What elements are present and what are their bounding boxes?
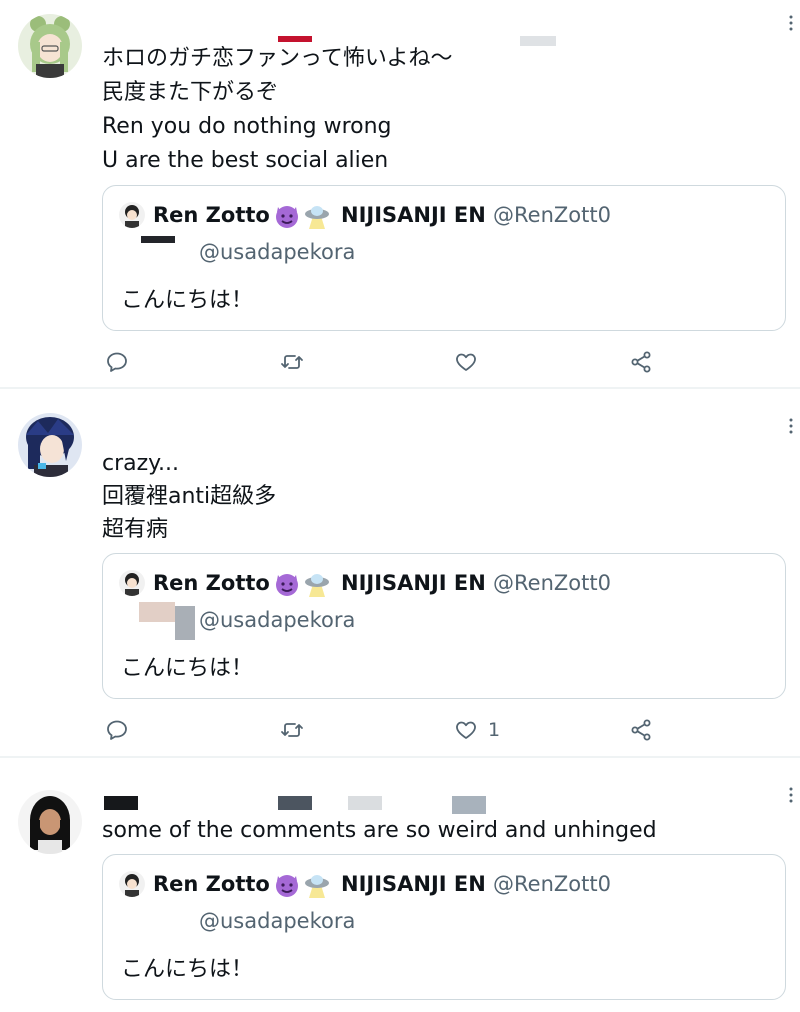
retweet-icon <box>281 723 303 737</box>
quote-author-org: NIJISANJI EN <box>341 571 486 595</box>
redacted-header-block <box>348 796 382 810</box>
quote-author-name: Ren Zotto <box>153 872 270 896</box>
tweet-text-line: ホロのガチ恋ファンって怖いよね〜 <box>102 46 453 71</box>
devil-emoji-icon <box>273 570 301 598</box>
share-icon <box>631 351 651 373</box>
tweet-text-line: 民度また下がるぞ <box>102 80 279 105</box>
retweet-button[interactable] <box>280 718 304 742</box>
quote-author-org: NIJISANJI EN <box>341 872 486 896</box>
quote-text: こんにちは！ <box>121 957 254 982</box>
replying-to-handle[interactable]: @usadapekora <box>199 237 355 267</box>
more-icon[interactable] <box>788 417 794 435</box>
tweet-text-line: some of the comments are so weird and un… <box>102 818 657 843</box>
devil-emoji-icon <box>273 202 301 230</box>
quote-author-name: Ren Zotto <box>153 571 270 595</box>
reply-button[interactable] <box>105 718 129 742</box>
tweet-text-line: U are the best social alien <box>102 148 389 173</box>
redacted-header-block <box>520 36 556 46</box>
redacted-header-block <box>278 796 312 810</box>
share-icon <box>631 719 651 741</box>
redacted-block <box>139 602 175 622</box>
tweet-text-line: 超有病 <box>102 517 169 542</box>
heart-icon <box>456 353 476 371</box>
avatar[interactable] <box>18 14 82 78</box>
tweet-text-line: 回覆裡anti超級多 <box>102 484 277 509</box>
quote-tweet-card[interactable]: Ren Zotto NIJISANJI EN @RenZott0 @usadap… <box>102 854 786 1000</box>
quote-author-avatar <box>119 871 145 897</box>
share-button[interactable] <box>629 350 653 374</box>
quote-text: こんにちは！ <box>121 288 254 313</box>
replying-to-handle[interactable]: @usadapekora <box>199 906 355 936</box>
more-icon[interactable] <box>788 14 794 32</box>
avatar[interactable] <box>18 790 82 854</box>
quote-tweet-card[interactable]: Ren Zotto NIJISANJI EN @RenZott0 @usadap… <box>102 185 786 331</box>
redacted-block <box>175 606 195 640</box>
quote-author-handle: @RenZott0 <box>493 571 611 595</box>
more-icon[interactable] <box>788 786 794 804</box>
reply-icon <box>107 720 127 740</box>
retweet-icon <box>281 355 303 369</box>
quote-author-name: Ren Zotto <box>153 203 270 227</box>
ufo-emoji-icon <box>303 871 331 899</box>
tweet-text-line: crazy... <box>102 451 180 476</box>
reply-icon <box>107 352 127 372</box>
redacted-header-block <box>104 796 138 810</box>
redacted-header-block <box>452 796 486 814</box>
replying-to-handle[interactable]: @usadapekora <box>199 605 355 635</box>
ufo-emoji-icon <box>303 202 331 230</box>
quote-author-handle: @RenZott0 <box>493 872 611 896</box>
like-count: 1 <box>488 719 501 741</box>
quote-author-org: NIJISANJI EN <box>341 203 486 227</box>
tweet-2[interactable]: crazy... 回覆裡anti超級多 超有病 Ren Zotto NIJISA… <box>0 389 800 756</box>
heart-icon <box>456 721 476 739</box>
like-button[interactable] <box>454 718 478 742</box>
quote-author-avatar <box>119 202 145 228</box>
reply-button[interactable] <box>105 350 129 374</box>
tweet-1[interactable]: ホロのガチ恋ファンって怖いよね〜 民度また下がるぞ Ren you do not… <box>0 0 800 388</box>
share-button[interactable] <box>629 718 653 742</box>
devil-emoji-icon <box>273 871 301 899</box>
quote-author-handle: @RenZott0 <box>493 203 611 227</box>
like-button[interactable] <box>454 350 478 374</box>
avatar[interactable] <box>18 413 82 477</box>
retweet-button[interactable] <box>280 350 304 374</box>
tweet-3[interactable]: some of the comments are so weird and un… <box>0 758 800 1012</box>
redacted-block <box>141 236 175 243</box>
ufo-emoji-icon <box>303 570 331 598</box>
tweet-text-line: Ren you do nothing wrong <box>102 114 392 139</box>
quote-author-avatar <box>119 570 145 596</box>
quote-text: こんにちは！ <box>121 656 254 681</box>
quote-tweet-card[interactable]: Ren Zotto NIJISANJI EN @RenZott0 @usadap… <box>102 553 786 699</box>
